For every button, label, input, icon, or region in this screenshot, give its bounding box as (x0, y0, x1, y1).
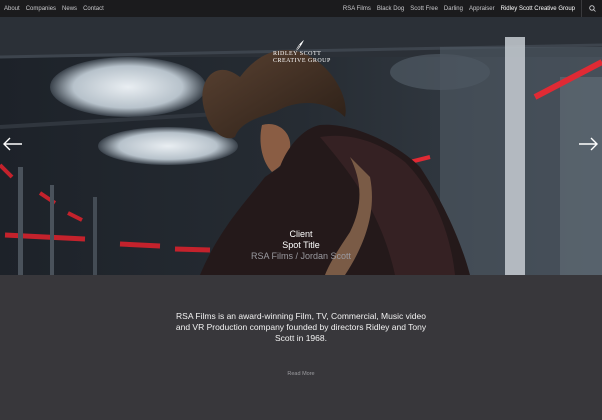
arrow-left-icon (3, 137, 22, 151)
nav-ridley-scott-creative-group[interactable]: Ridley Scott Creative Group (501, 6, 575, 12)
slide-spot-title: Spot Title (282, 240, 320, 250)
top-navigation: About Companies News Contact RSA Films B… (0, 0, 602, 17)
company-logo: RIDLEY SCOTT CREATIVE GROUP (268, 39, 330, 65)
nav-appraiser[interactable]: Appraiser (469, 6, 495, 12)
prev-slide-button[interactable] (2, 136, 24, 152)
nav-contact[interactable]: Contact (83, 6, 104, 12)
slide-caption: Client Spot Title RSA Films / Jordan Sco… (0, 229, 602, 262)
logo-line-2: CREATIVE GROUP (273, 58, 331, 64)
logo-line-1: RIDLEY SCOTT (273, 51, 322, 57)
slide-client: Client (289, 229, 313, 239)
nav-rsa-films[interactable]: RSA Films (343, 6, 371, 12)
read-more-link[interactable]: Read More (0, 371, 602, 377)
nav-news[interactable]: News (62, 6, 77, 12)
about-section: RSA Films is an award-winning Film, TV, … (0, 275, 602, 420)
primary-nav: About Companies News Contact (0, 6, 104, 12)
arrow-right-icon (579, 137, 598, 151)
nav-companies[interactable]: Companies (26, 6, 56, 12)
nav-scott-free[interactable]: Scott Free (410, 6, 438, 12)
slide-credit[interactable]: RSA Films / Jordan Scott (0, 251, 602, 262)
about-description: RSA Films is an award-winning Film, TV, … (175, 311, 427, 343)
search-button[interactable] (581, 0, 602, 17)
next-slide-button[interactable] (577, 136, 599, 152)
nav-about[interactable]: About (4, 6, 20, 12)
companies-nav: RSA Films Black Dog Scott Free Darling A… (343, 0, 602, 17)
nav-black-dog[interactable]: Black Dog (377, 6, 404, 12)
nav-darling[interactable]: Darling (444, 6, 463, 12)
search-icon (588, 5, 596, 12)
hero-slider: RIDLEY SCOTT CREATIVE GROUP Client Spot … (0, 17, 602, 275)
